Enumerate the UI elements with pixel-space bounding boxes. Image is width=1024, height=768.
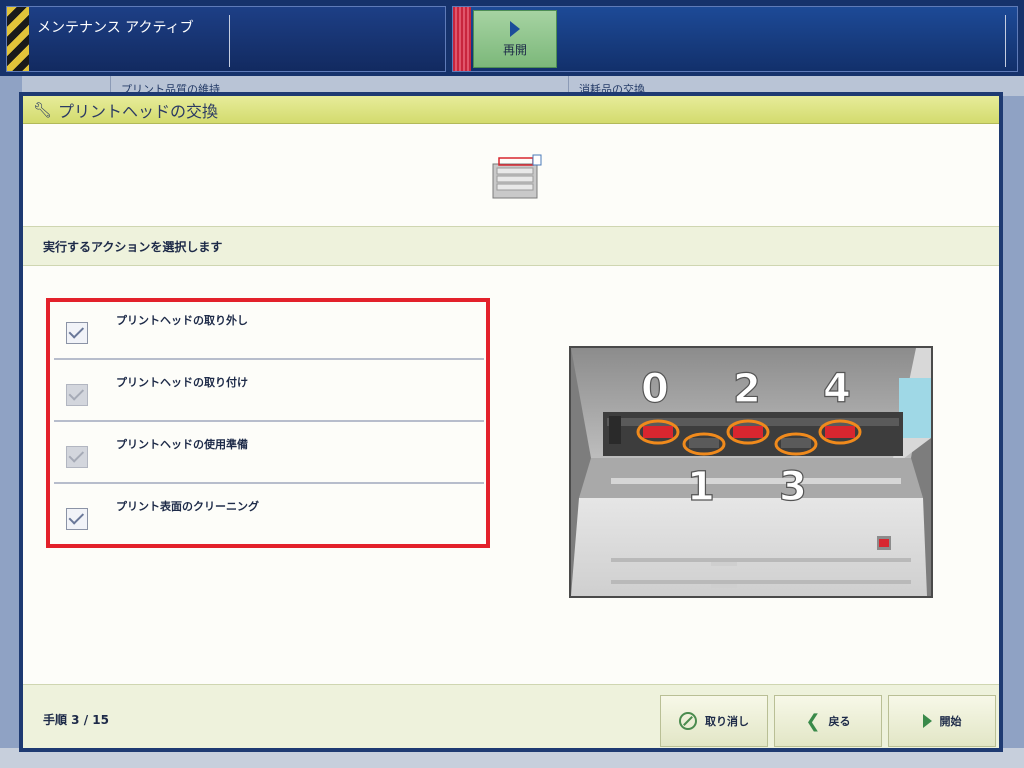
printer-icon <box>492 154 542 199</box>
replace-printhead-dialog: 🔧︎ プリントヘッドの交換 実行するアクションを選択します プリントヘッドの取り… <box>19 92 1003 752</box>
job-panel: 再開 <box>452 6 1018 72</box>
action-label: プリント表面のクリーニング <box>116 500 259 513</box>
cancel-button[interactable]: 取り消し <box>660 695 768 747</box>
resume-label: 再開 <box>502 42 527 57</box>
resume-button[interactable]: 再開 <box>473 10 557 68</box>
dialog-footer: 手順 3 / 15 取り消し ❮ 戻る 開始 <box>23 684 999 748</box>
slot-label-3: 3 <box>779 464 807 510</box>
wrench-icon: 🔧︎ <box>33 100 53 119</box>
checkmark-icon <box>68 447 85 463</box>
dialog-title-bar: 🔧︎ プリントヘッドの交換 <box>23 96 999 124</box>
checkbox-prepare-printhead <box>66 446 88 468</box>
action-item-prepare-printhead: プリントヘッドの使用準備 <box>54 420 484 484</box>
instruction-text: 実行するアクションを選択します <box>43 239 223 254</box>
slot-label-2: 2 <box>733 366 761 412</box>
action-item-install-printhead: プリントヘッドの取り付け <box>54 358 484 422</box>
checkmark-icon <box>68 323 85 339</box>
checkmark-icon <box>68 385 85 401</box>
status-mode-text: メンテナンス アクティブ <box>37 20 194 36</box>
slot-label-1: 1 <box>687 464 715 510</box>
checkbox-install-printhead <box>66 384 88 406</box>
checkmark-icon <box>68 509 85 525</box>
start-label: 開始 <box>939 715 962 728</box>
chevron-left-icon: ❮ <box>805 710 821 732</box>
back-label: 戻る <box>828 715 851 728</box>
cancel-label: 取り消し <box>705 715 749 728</box>
play-icon <box>510 20 520 37</box>
machine-status-panel: メンテナンス アクティブ <box>6 6 446 72</box>
back-button[interactable]: ❮ 戻る <box>774 695 882 747</box>
job-indicator-strip <box>453 7 471 71</box>
status-divider <box>229 15 230 67</box>
background-right-panel <box>1000 96 1024 768</box>
cancel-icon <box>679 712 697 730</box>
dialog-title: プリントヘッドの交換 <box>58 101 219 121</box>
action-item-clean-print-surface[interactable]: プリント表面のクリーニング <box>54 482 484 546</box>
action-label: プリントヘッドの使用準備 <box>116 438 248 451</box>
checkbox-clean-print-surface[interactable] <box>66 508 88 530</box>
slot-label-0: 0 <box>641 366 669 412</box>
action-list: プリントヘッドの取り外し プリントヘッドの取り付け プリントヘッドの使用準備 プ… <box>46 298 490 548</box>
step-indicator: 手順 3 / 15 <box>43 713 109 727</box>
play-icon <box>922 714 932 728</box>
top-status-bar: メンテナンス アクティブ 再開 <box>0 0 1024 76</box>
slot-label-4: 4 <box>823 366 851 412</box>
hazard-stripe <box>7 7 29 71</box>
action-label: プリントヘッドの取り外し <box>116 314 248 327</box>
job-divider <box>1005 15 1006 67</box>
action-label: プリントヘッドの取り付け <box>116 376 248 389</box>
action-item-remove-printhead[interactable]: プリントヘッドの取り外し <box>54 304 484 360</box>
checkbox-remove-printhead[interactable] <box>66 322 88 344</box>
printhead-illustration: 0 1 2 3 4 <box>569 346 933 598</box>
start-button[interactable]: 開始 <box>888 695 996 747</box>
instruction-band: 実行するアクションを選択します <box>23 226 999 266</box>
